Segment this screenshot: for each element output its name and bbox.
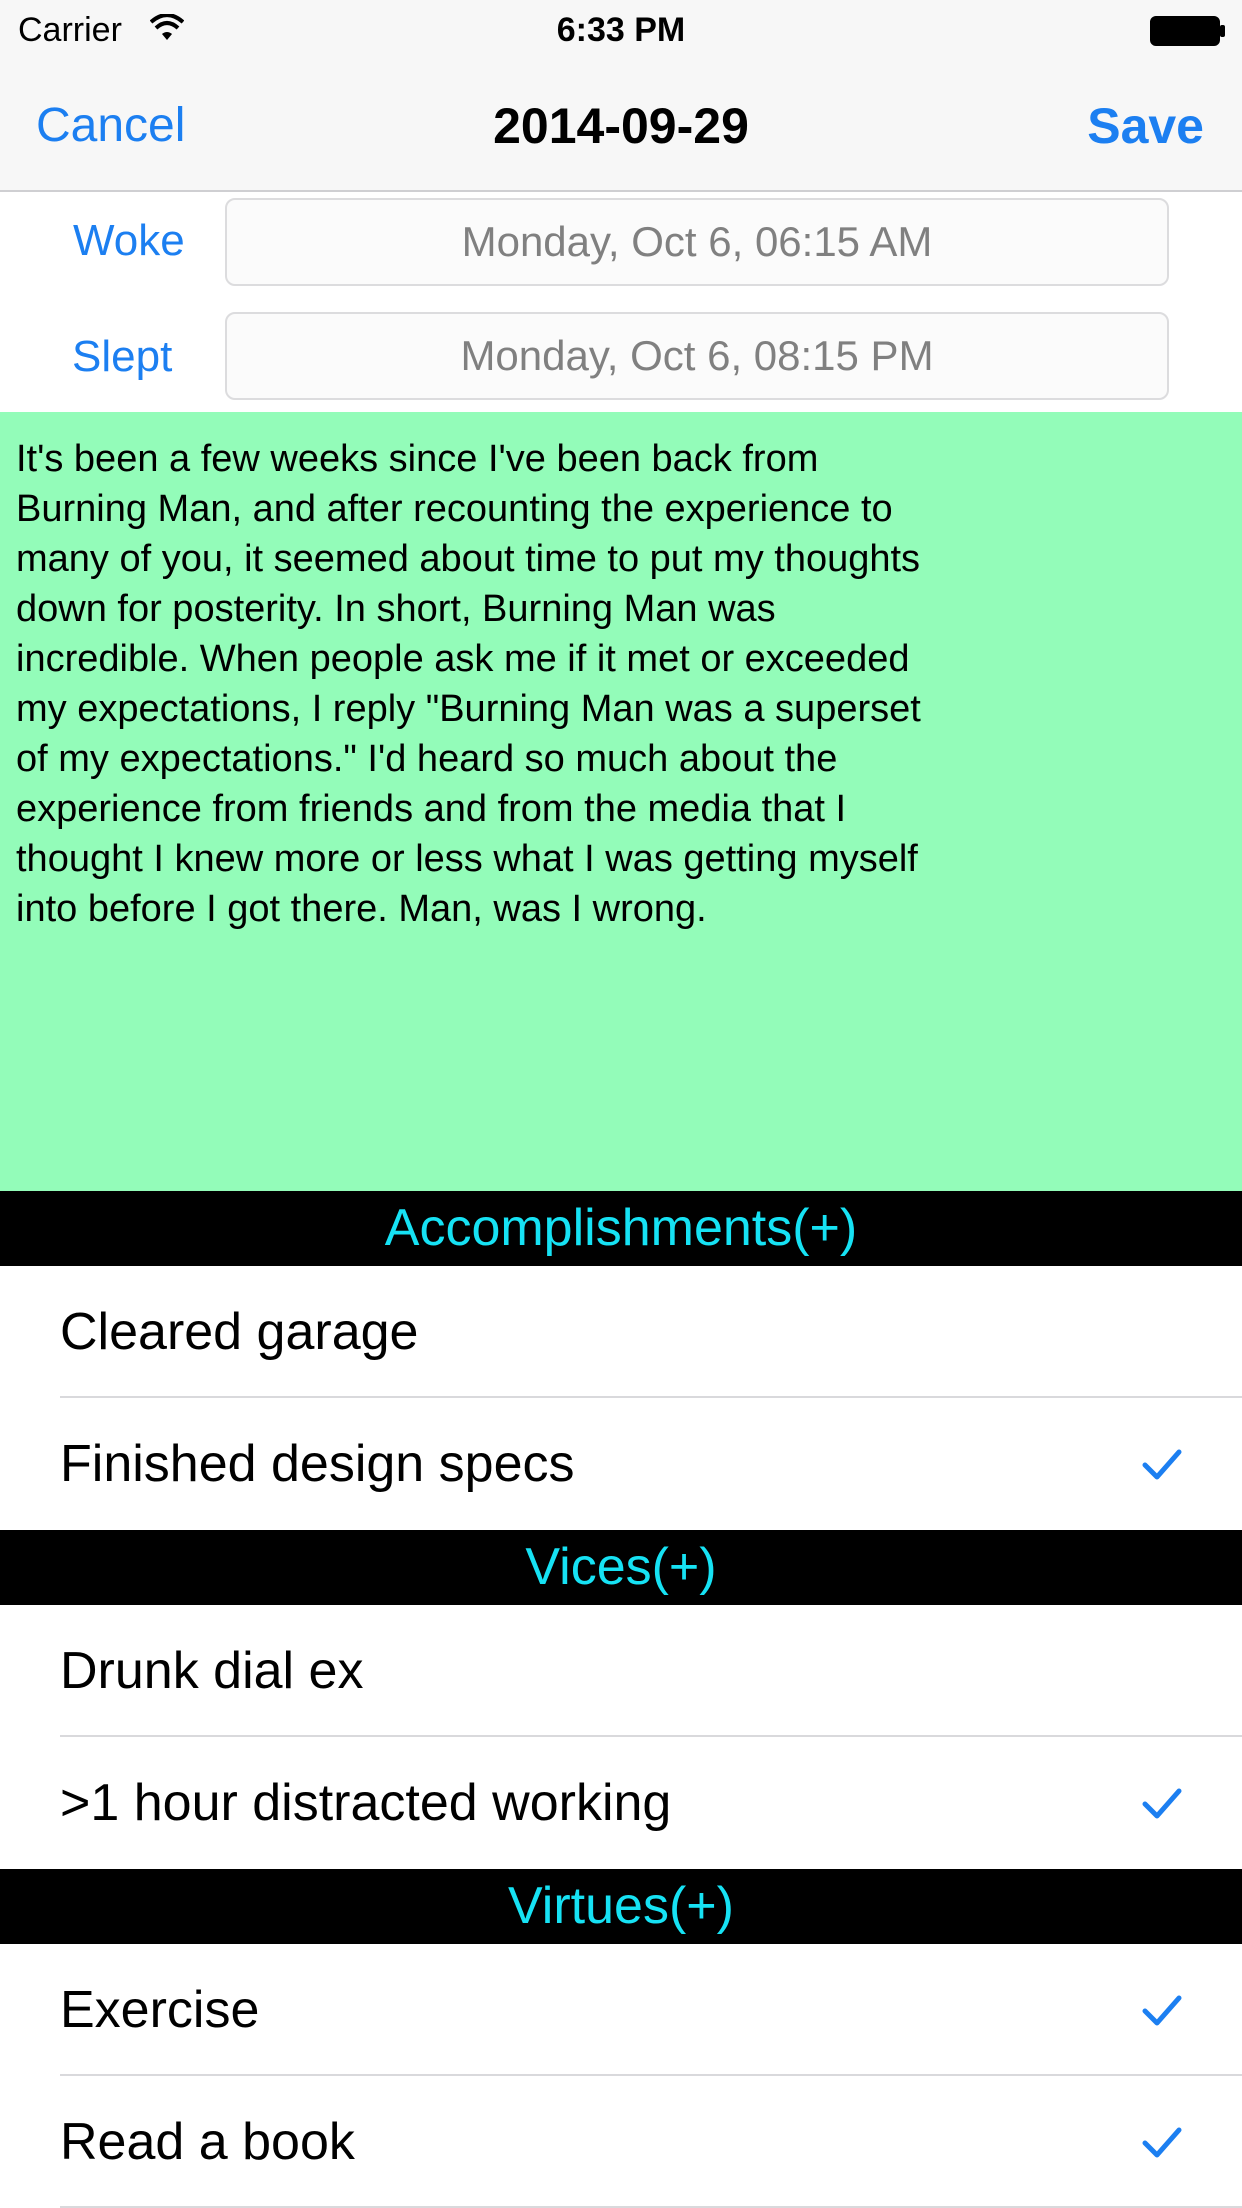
accomplishments-header[interactable]: Accomplishments(+) [0, 1191, 1242, 1266]
journal-text[interactable]: It's been a few weeks since I've been ba… [16, 434, 956, 934]
journal-text-area[interactable]: It's been a few weeks since I've been ba… [0, 412, 1242, 1191]
slept-time-field[interactable]: Monday, Oct 6, 08:15 PM [225, 312, 1169, 400]
list-item-cleared-garage[interactable]: Cleared garage [0, 1266, 1242, 1398]
woke-time-field[interactable]: Monday, Oct 6, 06:15 AM [225, 198, 1169, 286]
save-button[interactable]: Save [1087, 98, 1204, 154]
status-time: 6:33 PM [556, 11, 686, 49]
checkmark-icon [1142, 1995, 1182, 2026]
list-item-label: >1 hour distracted working [60, 1774, 672, 1832]
list-item-finished-design-specs[interactable]: Finished design specs [0, 1398, 1242, 1530]
list-item-read-a-book[interactable]: Read a book [0, 2076, 1242, 2208]
status-bar: Carrier 6:33 PM [0, 0, 1242, 60]
checkmark-icon [1142, 2127, 1182, 2158]
virtues-header[interactable]: Virtues(+) [0, 1869, 1242, 1944]
page-title: 2014-09-29 [493, 98, 749, 154]
list-item-label: Finished design specs [60, 1435, 575, 1493]
vices-header[interactable]: Vices(+) [0, 1530, 1242, 1605]
list-item-label: Read a book [60, 2113, 355, 2171]
list-item-label: Exercise [60, 1981, 260, 2039]
battery-icon [1150, 16, 1225, 46]
slept-label[interactable]: Slept [72, 331, 172, 383]
nav-bar: Cancel 2014-09-29 Save [0, 60, 1242, 192]
checkmark-icon [1142, 1788, 1182, 1819]
list-item-distracted-working[interactable]: >1 hour distracted working [0, 1737, 1242, 1869]
woke-label[interactable]: Woke [73, 215, 185, 267]
list-item-exercise[interactable]: Exercise [0, 1944, 1242, 2076]
list-item-drunk-dial-ex[interactable]: Drunk dial ex [0, 1605, 1242, 1737]
list-item-label: Drunk dial ex [60, 1642, 364, 1700]
checkmark-icon [1142, 1449, 1182, 1480]
list-item-label: Cleared garage [60, 1303, 419, 1361]
